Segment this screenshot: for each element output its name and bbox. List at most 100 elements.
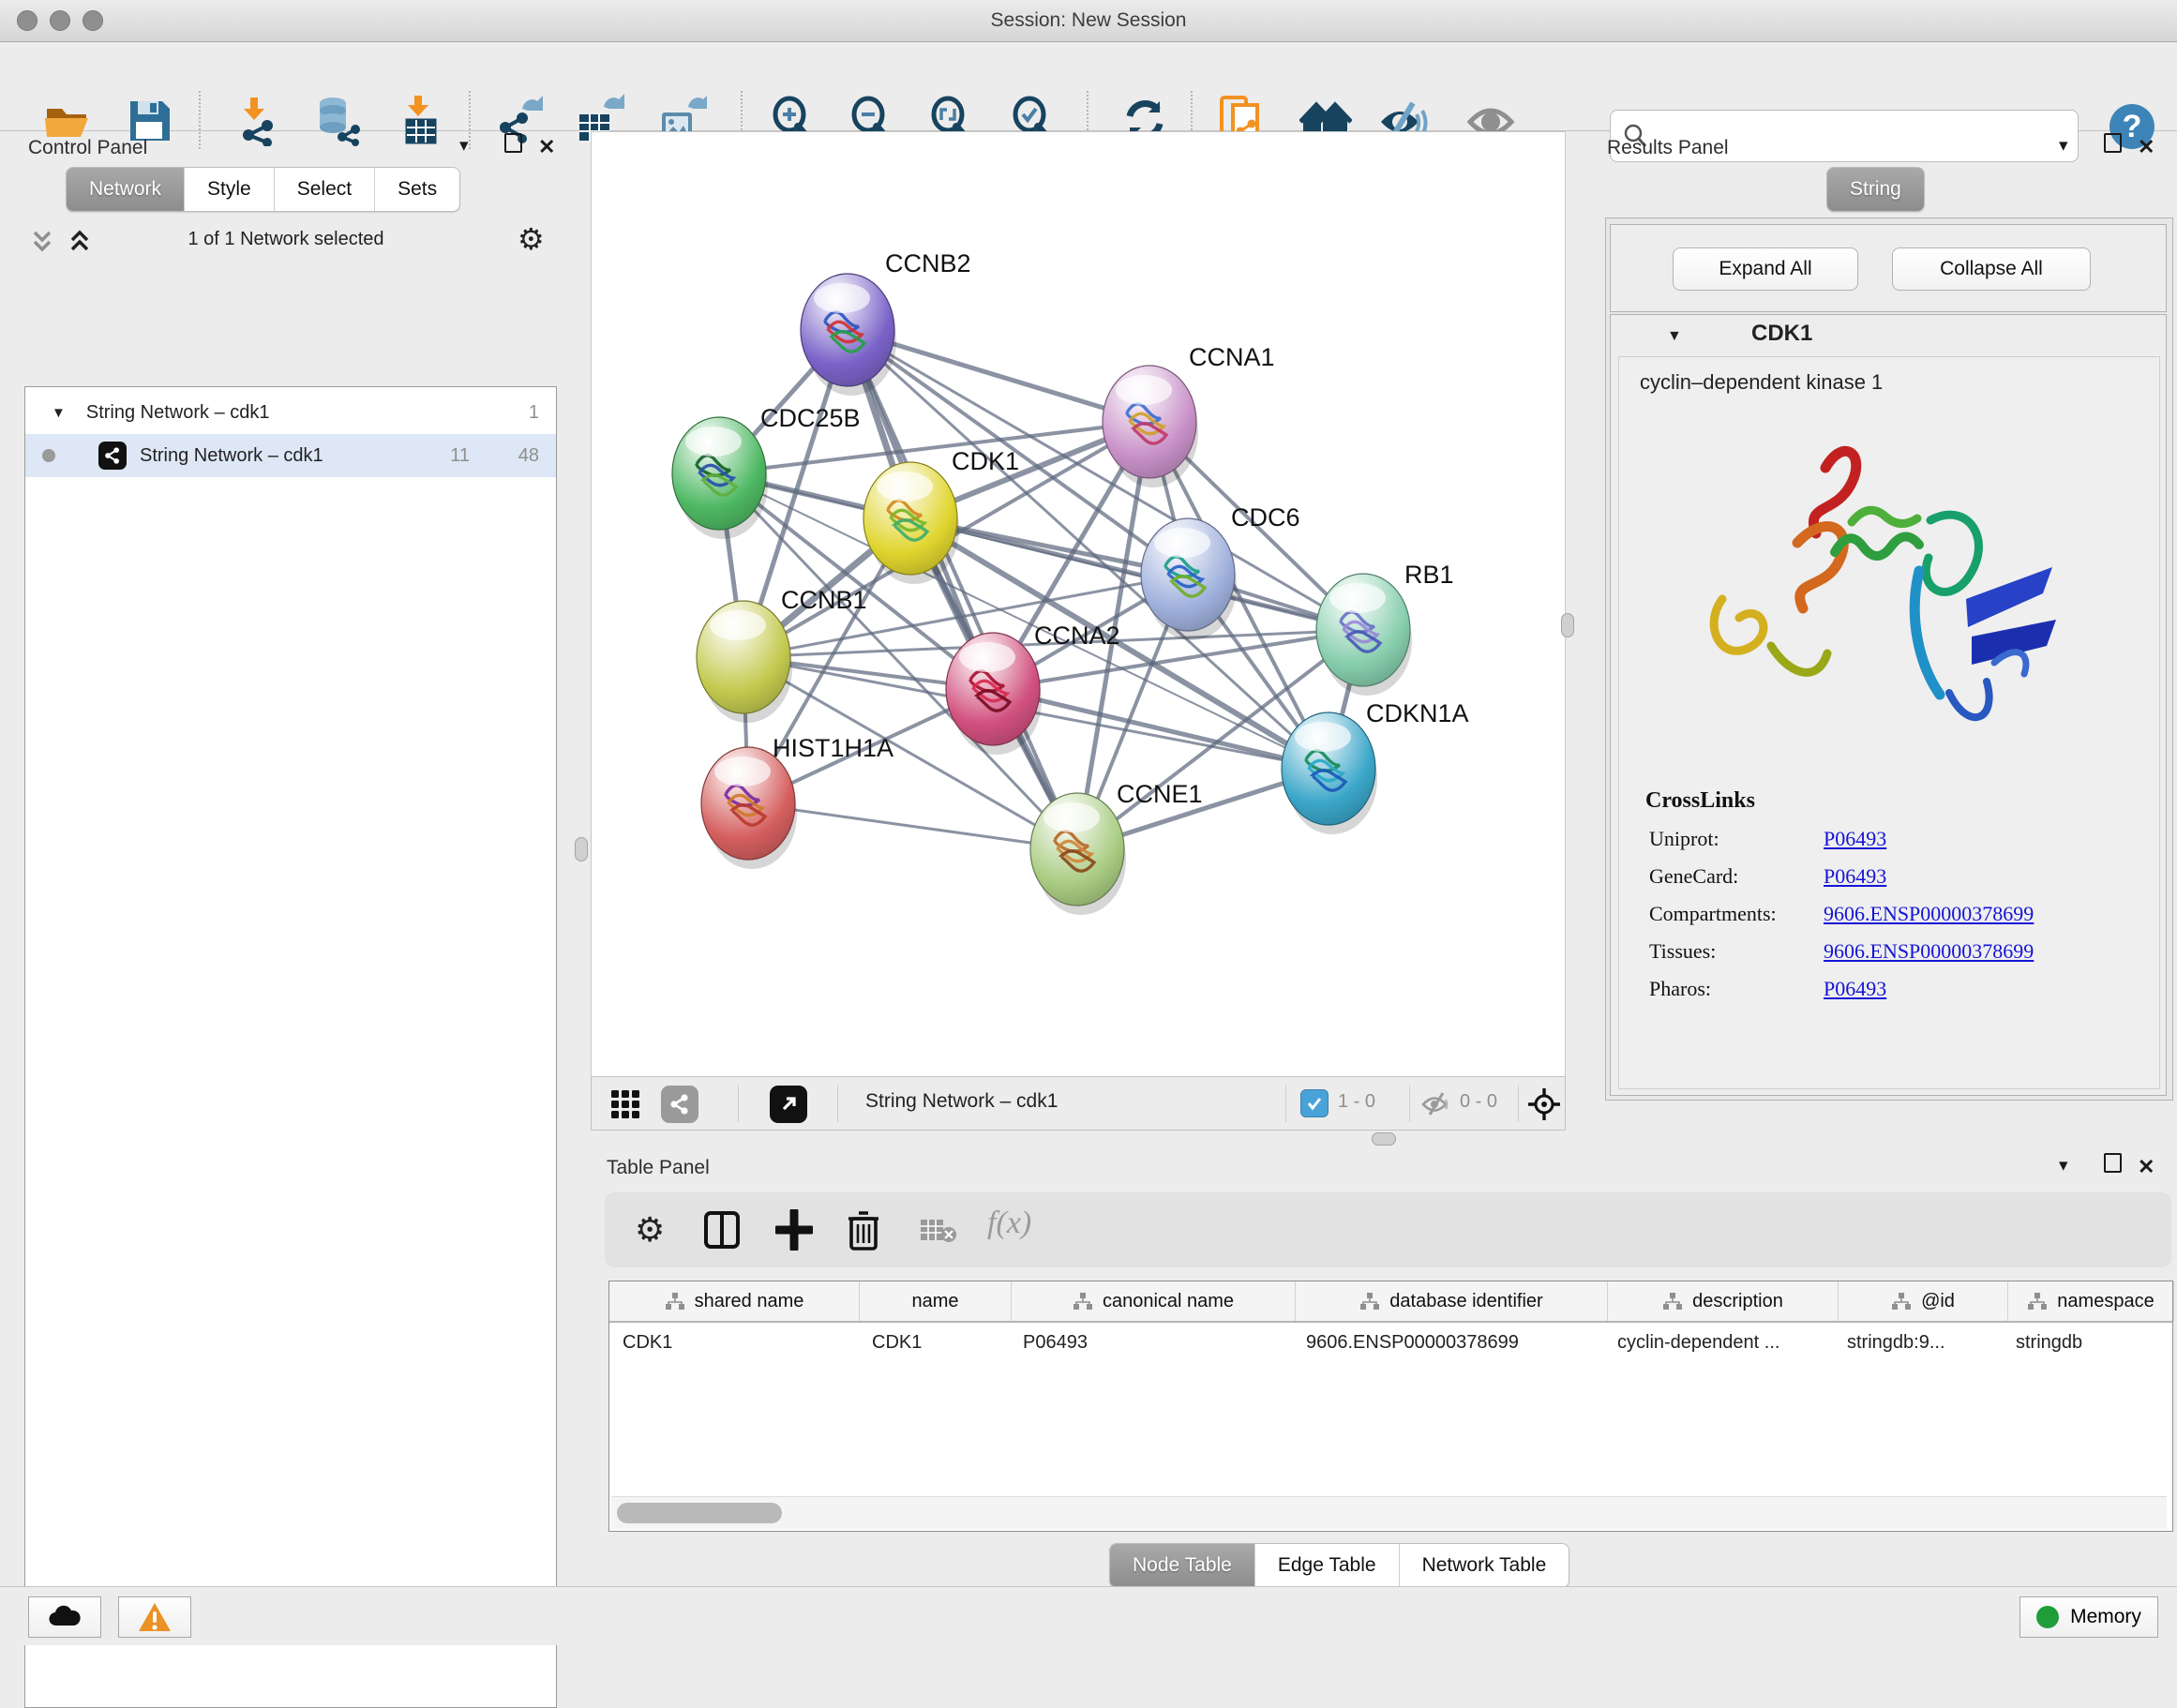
- column-header-shared-name[interactable]: shared name: [609, 1281, 860, 1321]
- network-collection-row[interactable]: ▼ String Network – cdk1 1: [25, 391, 556, 434]
- network-node-cdkn1a[interactable]: CDKN1A: [1282, 699, 1469, 834]
- network-row-label: String Network – cdk1: [140, 445, 323, 467]
- network-canvas[interactable]: CCNB2 CCNA1 CDC25BCDK1 CDC6RB1 CCNB1 CCNA2 CDK…: [591, 131, 1566, 1078]
- show-columns-button[interactable]: [704, 1211, 740, 1249]
- crosslink-link[interactable]: P06493: [1824, 864, 1886, 889]
- hscrollbar-thumb[interactable]: [617, 1503, 782, 1523]
- table-panel-float-icon[interactable]: [2104, 1153, 2122, 1178]
- tab-network[interactable]: Network: [67, 168, 184, 211]
- right-splitter-handle[interactable]: [1561, 613, 1574, 637]
- tab-node-table[interactable]: Node Table: [1110, 1544, 1254, 1587]
- left-splitter-handle[interactable]: [575, 837, 588, 861]
- results-panel-menu-icon[interactable]: ▾: [2059, 135, 2068, 157]
- results-panel-float-icon[interactable]: [2104, 133, 2122, 158]
- network-selection-status: 1 of 1 Network selected: [0, 229, 572, 250]
- network-node-ccna1[interactable]: CCNA1: [1103, 343, 1275, 487]
- network-node-cdc6[interactable]: CDC6: [1141, 503, 1300, 640]
- table-cell[interactable]: CDK1: [609, 1332, 859, 1354]
- delete-table-button[interactable]: [920, 1219, 957, 1245]
- control-panel-menu-icon[interactable]: ▾: [459, 135, 469, 157]
- current-network-dot-icon: [42, 449, 55, 462]
- column-header-namespace[interactable]: namespace: [2008, 1281, 2174, 1321]
- column-header-database-identifier[interactable]: database identifier: [1296, 1281, 1608, 1321]
- column-header-name[interactable]: name: [860, 1281, 1012, 1321]
- control-panel-float-icon[interactable]: [504, 133, 522, 158]
- tab-sets[interactable]: Sets: [374, 168, 459, 211]
- tab-style[interactable]: Style: [184, 168, 274, 211]
- tab-select[interactable]: Select: [274, 168, 374, 211]
- crosslink-link[interactable]: P06493: [1824, 977, 1886, 1001]
- table-cell[interactable]: stringdb:9...: [1834, 1332, 2003, 1354]
- column-header-label: database identifier: [1389, 1291, 1542, 1312]
- crosslink-link[interactable]: P06493: [1824, 827, 1886, 851]
- table-cell[interactable]: P06493: [1010, 1332, 1293, 1354]
- columns-icon: [704, 1211, 740, 1249]
- table-row[interactable]: CDK1CDK1P064939606.ENSP00000378699cyclin…: [609, 1323, 2172, 1362]
- network-node-cdc25b[interactable]: CDC25B: [672, 404, 861, 539]
- network-row-selected[interactable]: String Network – cdk1 11 48: [25, 434, 556, 477]
- netbar-separator: [1285, 1085, 1286, 1122]
- plus-icon: [775, 1209, 813, 1251]
- network-collection-label: String Network – cdk1: [86, 402, 270, 424]
- node-label-cdc25b: CDC25B: [760, 404, 861, 432]
- section-collapse-icon[interactable]: ▼: [1667, 328, 1682, 345]
- tree-expander-icon[interactable]: ▼: [52, 405, 66, 421]
- selected-checkbox-icon[interactable]: [1300, 1089, 1329, 1117]
- control-panel-close-icon[interactable]: ✕: [538, 135, 555, 159]
- column-type-icon: [1073, 1292, 1093, 1311]
- table-panel-close-icon[interactable]: ✕: [2138, 1155, 2154, 1179]
- crosslinks-rows: Uniprot:P06493GeneCard:P06493Compartment…: [1625, 827, 2150, 1001]
- network-node-ccnb1[interactable]: CCNB1: [697, 586, 867, 723]
- delete-column-button[interactable]: [847, 1207, 880, 1251]
- edge-count: 48: [518, 445, 539, 467]
- table-cell[interactable]: cyclin-dependent ...: [1604, 1332, 1834, 1354]
- table-cell[interactable]: 9606.ENSP00000378699: [1293, 1332, 1604, 1354]
- add-column-button[interactable]: [775, 1209, 813, 1251]
- crosslink-row: Uniprot:P06493: [1649, 827, 2150, 851]
- column-type-icon: [2027, 1292, 2048, 1311]
- network-node-hist1h1a[interactable]: HIST1H1A: [701, 734, 893, 869]
- table-cell[interactable]: stringdb: [2003, 1332, 2168, 1354]
- results-panel-close-icon[interactable]: ✕: [2138, 135, 2154, 159]
- column-header--id[interactable]: @id: [1839, 1281, 2008, 1321]
- hidden-node-edge-counts: 0 - 0: [1460, 1091, 1497, 1113]
- expand-all-button[interactable]: Expand All: [1673, 247, 1858, 291]
- network-node-ccnb2[interactable]: CCNB2: [801, 249, 971, 396]
- collapse-all-button[interactable]: Collapse All: [1892, 247, 2091, 291]
- column-type-icon: [1359, 1292, 1380, 1311]
- arrow-up-right-icon: [778, 1094, 799, 1115]
- crosslink-link[interactable]: 9606.ENSP00000378699: [1824, 939, 2034, 964]
- tab-string[interactable]: String: [1827, 168, 1924, 211]
- function-builder-button[interactable]: f(x): [987, 1206, 1031, 1241]
- column-header-description[interactable]: description: [1608, 1281, 1839, 1321]
- cloud-status-button[interactable]: [28, 1596, 101, 1638]
- table-panel-menu-icon[interactable]: ▾: [2059, 1155, 2068, 1176]
- network-style-button[interactable]: [661, 1086, 698, 1123]
- grid-view-button[interactable]: [610, 1089, 640, 1119]
- detach-view-button[interactable]: [770, 1086, 807, 1123]
- network-node-ccna2[interactable]: CCNA2: [946, 622, 1120, 755]
- memory-button[interactable]: Memory: [2019, 1596, 2158, 1638]
- netbar-separator: [738, 1085, 739, 1122]
- memory-status-dot-icon: [2036, 1606, 2059, 1628]
- warnings-button[interactable]: [118, 1596, 191, 1638]
- network-node-rb1[interactable]: RB1: [1316, 561, 1454, 696]
- network-node-ccne1[interactable]: CCNE1: [1030, 780, 1203, 915]
- table-hscrollbar[interactable]: [611, 1496, 2167, 1529]
- network-options-gear-icon[interactable]: ⚙: [518, 221, 545, 257]
- string-network-graph[interactable]: CCNB2 CCNA1 CDC25BCDK1 CDC6RB1 CCNB1 CCNA2 CDK…: [592, 132, 1565, 1077]
- network-node-cdk1[interactable]: CDK1: [863, 447, 1019, 584]
- column-header-label: @id: [1921, 1291, 1955, 1312]
- table-cell[interactable]: CDK1: [859, 1332, 1010, 1354]
- table-settings-gear-icon[interactable]: ⚙: [635, 1211, 665, 1250]
- birds-eye-view-button[interactable]: [1527, 1087, 1561, 1121]
- tab-edge-table[interactable]: Edge Table: [1254, 1544, 1399, 1587]
- node-table: shared namenamecanonical name database id…: [608, 1281, 2173, 1532]
- crosslink-row: Pharos:P06493: [1649, 977, 2150, 1001]
- column-header-canonical-name[interactable]: canonical name: [1012, 1281, 1296, 1321]
- eye-slash-small-icon: [1420, 1089, 1450, 1117]
- column-type-icon: [1662, 1292, 1683, 1311]
- tab-network-table[interactable]: Network Table: [1399, 1544, 1569, 1587]
- crosslink-link[interactable]: 9606.ENSP00000378699: [1824, 902, 2034, 926]
- current-network-name: String Network – cdk1: [865, 1090, 1058, 1113]
